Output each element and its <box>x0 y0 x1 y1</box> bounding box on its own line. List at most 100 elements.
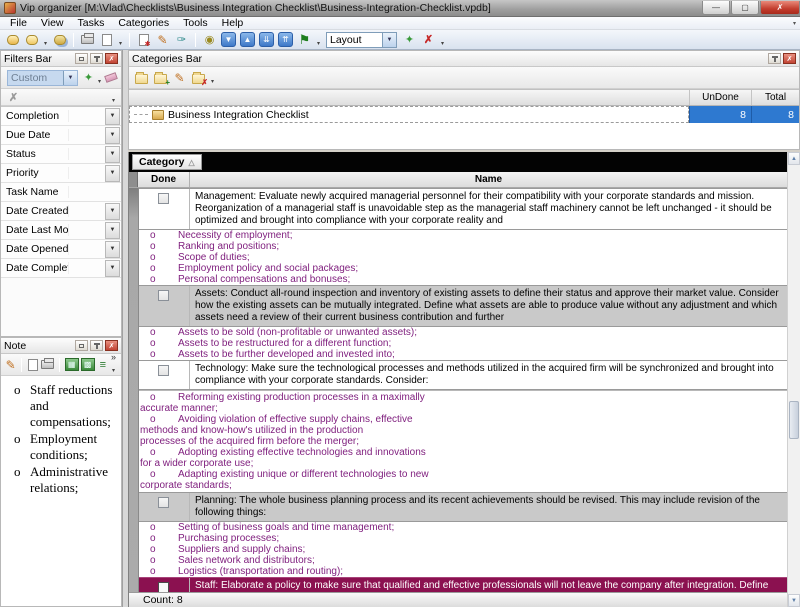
name-column-header[interactable]: Name <box>190 172 787 187</box>
subitem-row[interactable]: oAssets to be restructured for a differe… <box>138 338 787 349</box>
subitem-row[interactable]: oEmployment policy and social packages; <box>138 263 787 274</box>
note-pin-icon[interactable] <box>90 340 103 351</box>
done-checkbox[interactable] <box>158 193 169 204</box>
filter-row[interactable]: Task Name <box>1 183 121 202</box>
menu-file[interactable]: File <box>3 17 34 29</box>
subitem-row[interactable]: oSuppliers and supply chains; <box>138 544 787 555</box>
subitem-row[interactable]: oAssets to be further developed and inve… <box>138 349 787 360</box>
filter-dropdown-icon[interactable]: ▼ <box>105 146 120 163</box>
edit-category-icon[interactable]: ✎ <box>171 70 188 86</box>
scrollbar-track[interactable] <box>788 165 800 594</box>
filters-overflow-icon[interactable]: ▾ <box>110 90 117 104</box>
filters-close-icon[interactable]: ✗ <box>105 53 118 64</box>
menu-help[interactable]: Help <box>215 17 251 29</box>
collapse-all-icon[interactable]: ⇈ <box>277 32 294 48</box>
menubar-overflow-icon[interactable]: ▾ <box>793 20 796 27</box>
flag-dropdown-icon[interactable]: ▾ <box>315 33 322 47</box>
done-column-header[interactable]: Done <box>138 172 190 187</box>
category-row[interactable]: Business Integration Checklist88 <box>129 106 799 123</box>
insert-picture-icon[interactable]: ▦ <box>65 357 79 373</box>
done-checkbox[interactable] <box>158 365 169 376</box>
filter-row[interactable]: Due Date▼ <box>1 126 121 145</box>
add-category-icon[interactable] <box>133 70 150 86</box>
note-close-icon[interactable]: ✗ <box>105 340 118 351</box>
edit-task-icon[interactable]: ✎ <box>154 32 171 48</box>
filter-dropdown-icon[interactable]: ▼ <box>105 241 120 258</box>
apply-filter-dropdown-icon[interactable]: ▾ <box>97 71 102 85</box>
categories-pin-icon[interactable] <box>768 53 781 64</box>
categories-overflow-icon[interactable]: ▾ <box>209 71 216 85</box>
subitem-row[interactable]: oPurchasing processes; <box>138 533 787 544</box>
note-overflow-icon[interactable]: »▾ <box>110 355 117 374</box>
note-content[interactable]: oStaff reductions and compensations;oEmp… <box>1 376 121 606</box>
menu-categories[interactable]: Categories <box>111 17 176 29</box>
add-subcategory-icon[interactable]: + <box>152 70 169 86</box>
move-task-up-icon[interactable]: ▲ <box>239 32 256 48</box>
open-database-icon[interactable] <box>23 32 40 48</box>
filter-preset-dropdown-icon[interactable]: ▼ <box>63 71 77 85</box>
menu-view[interactable]: View <box>34 17 71 29</box>
filter-dropdown-icon[interactable]: ▼ <box>105 127 120 144</box>
filter-dropdown-icon[interactable]: ▼ <box>105 165 120 182</box>
filter-row[interactable]: Date Opened▼ <box>1 240 121 259</box>
scrollbar-thumb[interactable] <box>789 401 799 439</box>
maximize-button[interactable]: ▢ <box>731 1 759 15</box>
clear-filter-icon[interactable] <box>104 70 117 86</box>
filter-row[interactable]: Status▼ <box>1 145 121 164</box>
subitem-row[interactable]: oNecessity of employment; <box>138 230 787 241</box>
delete-layout-icon[interactable]: ✗ <box>420 32 437 48</box>
task-row[interactable]: Assets: Conduct all-round inspection and… <box>138 285 787 327</box>
show-completed-icon[interactable]: ◉ <box>201 32 218 48</box>
total-column-header[interactable]: Total <box>751 90 799 105</box>
done-checkbox[interactable] <box>158 290 169 301</box>
category-name-cell[interactable]: Business Integration Checklist <box>129 106 689 123</box>
layout-combobox[interactable]: Layout ▼ <box>326 32 397 48</box>
done-checkbox[interactable] <box>158 497 169 508</box>
print-icon[interactable] <box>79 32 96 48</box>
close-button[interactable]: ✗ <box>760 1 800 15</box>
task-notes-icon[interactable]: ✑ <box>173 32 190 48</box>
subitem-row[interactable]: oSales network and distributors; <box>138 555 787 566</box>
note-print-preview-icon[interactable] <box>27 357 38 373</box>
new-database-icon[interactable] <box>4 32 21 48</box>
task-row[interactable]: Management: Evaluate newly acquired mana… <box>138 188 787 230</box>
note-restore-icon[interactable] <box>75 340 88 351</box>
new-task-icon[interactable] <box>135 32 152 48</box>
save-database-icon[interactable] <box>51 32 68 48</box>
filters-pin-icon[interactable] <box>90 53 103 64</box>
filter-row[interactable]: Priority▼ <box>1 164 121 183</box>
print-dropdown-icon[interactable]: ▾ <box>117 33 124 47</box>
undone-column-header[interactable]: UnDone <box>689 90 751 105</box>
subitem-row[interactable]: oLogistics (transportation and routing); <box>138 566 787 577</box>
delete-category-icon[interactable]: ✗ <box>190 70 207 86</box>
subitem-row[interactable]: oSetting of business goals and time mana… <box>138 522 787 533</box>
task-row[interactable]: Planning: The whole business planning pr… <box>138 492 787 522</box>
filter-row[interactable]: Date Last Modified▼ <box>1 221 121 240</box>
apply-filter-icon[interactable]: ✦ <box>82 70 95 86</box>
filter-dropdown-icon[interactable]: ▼ <box>105 222 120 239</box>
layout-dropdown-icon[interactable]: ▼ <box>382 33 396 47</box>
filters-restore-icon[interactable] <box>75 53 88 64</box>
filter-dropdown-icon[interactable]: ▼ <box>105 108 120 125</box>
filter-row[interactable]: Completion▼ <box>1 107 121 126</box>
note-print-icon[interactable] <box>41 357 54 373</box>
scroll-up-icon[interactable]: ▲ <box>788 152 800 165</box>
done-cell[interactable] <box>138 286 190 326</box>
done-cell[interactable] <box>138 578 190 592</box>
category-group-header[interactable]: Category △ <box>132 154 202 170</box>
scroll-down-icon[interactable]: ▼ <box>788 594 800 607</box>
menu-tasks[interactable]: Tasks <box>71 17 112 29</box>
done-cell[interactable] <box>138 361 190 389</box>
subitem-row[interactable]: oPersonal compensations and bonuses; <box>138 274 787 285</box>
done-checkbox[interactable] <box>158 582 169 592</box>
subitem-row[interactable]: oAssets to be sold (non-profitable or un… <box>138 327 787 338</box>
filter-preset-combobox[interactable]: Custom ▼ <box>7 70 78 86</box>
task-row[interactable]: Staff: Elaborate a policy to make sure t… <box>138 577 787 592</box>
subitem-row[interactable]: oRanking and positions; <box>138 241 787 252</box>
print-preview-icon[interactable] <box>98 32 115 48</box>
bullet-list-icon[interactable]: ≡ <box>97 357 108 373</box>
filter-dropdown-icon[interactable]: ▼ <box>105 203 120 220</box>
flag-icon[interactable]: ⚑ <box>296 32 313 48</box>
open-database-dropdown-icon[interactable]: ▾ <box>42 33 49 47</box>
insert-object-icon[interactable]: ▩ <box>81 357 95 373</box>
